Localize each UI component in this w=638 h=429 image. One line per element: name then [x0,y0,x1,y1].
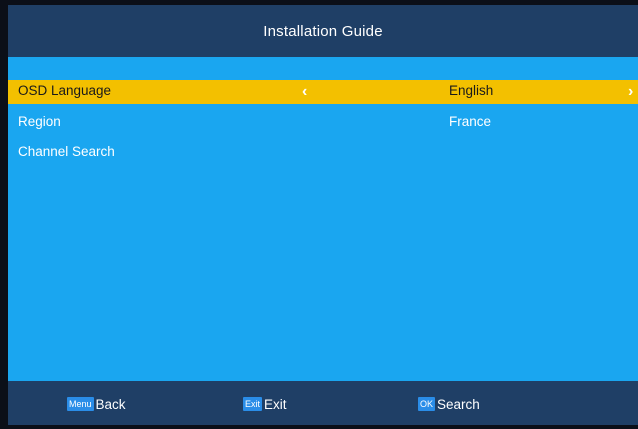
footer-hints: Menu Back Exit Exit OK Search [8,381,638,425]
chevron-left-icon[interactable]: ‹ [302,82,307,102]
menu-key-icon: Menu [67,397,94,411]
title-bar: Installation Guide [8,5,638,57]
menu-item-value: France [449,114,492,129]
menu-item-label: Region [18,114,61,129]
hint-label: Exit [264,396,287,412]
back-hint[interactable]: Menu Back [67,395,126,413]
chevron-right-icon[interactable]: › [628,82,633,102]
page-title: Installation Guide [263,22,383,40]
search-hint[interactable]: OK Search [418,395,480,413]
hint-label: Search [437,396,480,412]
hint-label: Back [95,396,126,412]
ok-key-icon: OK [418,397,436,411]
menu-item-label: OSD Language [18,83,112,98]
menu-item-label: Channel Search [18,144,115,159]
menu-item-value: English [449,83,494,98]
exit-key-icon: Exit [243,397,263,411]
menu-item-region[interactable]: Region France [8,111,638,135]
exit-hint[interactable]: Exit Exit [243,395,287,413]
installation-guide-screen: Installation Guide OSD Language ‹ Englis… [8,5,638,425]
menu-item-channel-search[interactable]: Channel Search [8,141,638,165]
menu-list: OSD Language ‹ English › Region France C… [8,57,638,381]
menu-item-osd-language[interactable]: OSD Language ‹ English › [8,80,638,104]
